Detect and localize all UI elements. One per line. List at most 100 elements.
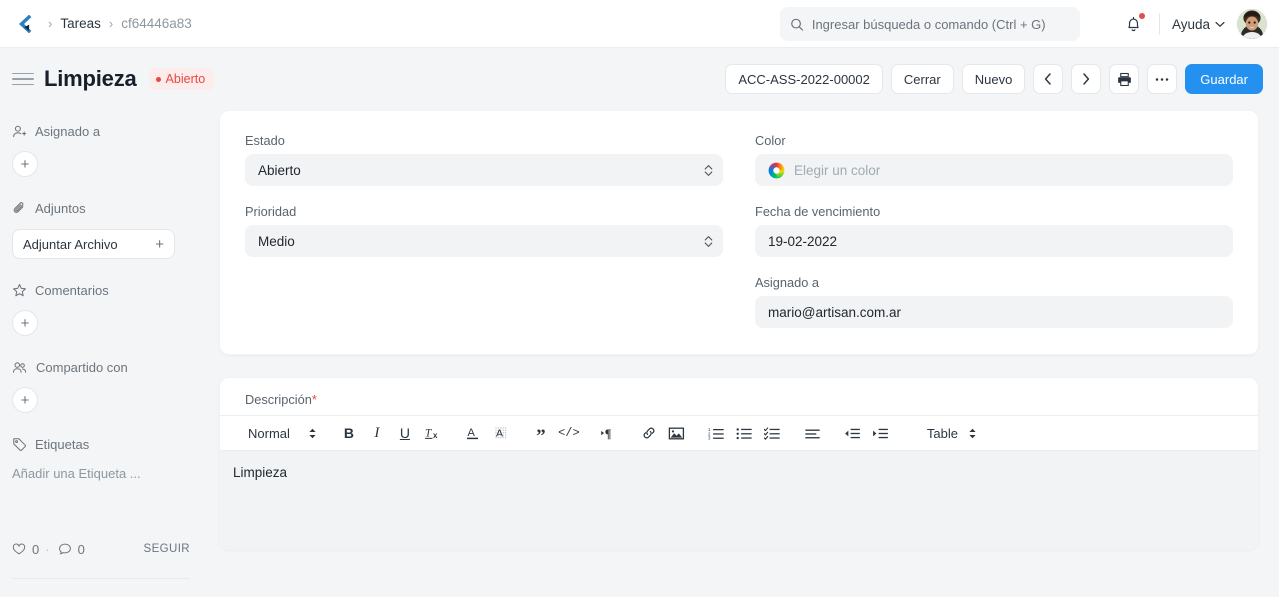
plus-icon: + <box>155 235 164 253</box>
estado-value: Abierto <box>258 162 301 178</box>
sidebar: Asignado a + Adjuntos Adjuntar Archivo + <box>0 110 206 597</box>
details-left-column: Estado Abierto Prioridad Medio <box>245 133 723 328</box>
sidebar-section-compartido-con: Compartido con + <box>12 354 190 413</box>
indent-icon[interactable] <box>867 420 895 446</box>
add-tag-input[interactable]: Añadir una Etiqueta ... <box>12 466 190 481</box>
sidebar-label-etiquetas: Etiquetas <box>35 436 90 452</box>
status-label: Abierto <box>165 72 206 86</box>
main-content: Estado Abierto Prioridad Medio Color Ele… <box>206 110 1279 597</box>
font-color-icon[interactable]: A <box>459 420 487 446</box>
description-editor[interactable]: Limpieza <box>220 451 1258 549</box>
heart-icon[interactable] <box>12 542 26 556</box>
text-direction-icon[interactable]: ¶ <box>595 420 623 446</box>
printer-icon <box>1117 72 1131 86</box>
ordered-list-icon[interactable]: 1 2 3 <box>703 420 731 446</box>
breadcrumb-separator-1: › <box>48 16 53 31</box>
more-options-button[interactable] <box>1147 64 1178 94</box>
page-header: Limpieza Abierto ACC-ASS-2022-00002 Cerr… <box>0 48 1279 110</box>
new-button[interactable]: Nuevo <box>961 64 1026 94</box>
text-style-select[interactable]: Normal <box>242 420 323 446</box>
page-title: Limpieza <box>44 66 137 91</box>
document-id-button[interactable]: ACC-ASS-2022-00002 <box>725 64 883 94</box>
status-badge[interactable]: Abierto <box>148 68 215 90</box>
avatar[interactable] <box>1237 9 1267 39</box>
due-date-value: 19-02-2022 <box>768 233 838 249</box>
close-button[interactable]: Cerrar <box>890 64 954 94</box>
chevron-left-icon <box>1045 73 1052 85</box>
previous-button[interactable] <box>1033 64 1064 94</box>
bullet-list-icon[interactable] <box>731 420 759 446</box>
global-search[interactable] <box>780 7 1080 41</box>
attach-file-label: Adjuntar Archivo <box>23 236 118 252</box>
sidebar-toggle-icon[interactable] <box>12 68 34 90</box>
attach-file-button[interactable]: Adjuntar Archivo + <box>12 229 175 259</box>
chevron-down-icon <box>1215 21 1225 27</box>
assignee-value: mario@artisan.com.ar <box>768 304 901 320</box>
outdent-icon[interactable] <box>839 420 867 446</box>
paperclip-icon <box>13 201 24 213</box>
save-button[interactable]: Guardar <box>1185 64 1263 94</box>
estado-select[interactable]: Abierto <box>245 154 723 186</box>
svg-text:¶: ¶ <box>605 427 612 441</box>
users-icon <box>12 361 27 373</box>
prioridad-select[interactable]: Medio <box>245 225 723 257</box>
follow-button[interactable]: SEGUIR <box>144 543 191 555</box>
link-icon[interactable] <box>635 420 663 446</box>
description-label-text: Descripción <box>245 392 312 407</box>
underline-icon[interactable]: U <box>391 420 419 446</box>
sidebar-section-etiquetas: Etiquetas Añadir una Etiqueta ... <box>12 431 190 482</box>
comment-icon[interactable] <box>58 542 72 556</box>
color-picker[interactable]: Elegir un color <box>755 154 1233 186</box>
align-icon[interactable] <box>799 420 827 446</box>
back-button[interactable] <box>10 9 40 39</box>
chevron-updown-icon <box>704 235 713 248</box>
sidebar-divider <box>12 578 190 579</box>
print-button[interactable] <box>1109 64 1140 94</box>
header-actions: ACC-ASS-2022-00002 Cerrar Nuevo Guardar <box>725 48 1263 110</box>
breadcrumb-item-id[interactable]: cf64446a83 <box>121 16 192 31</box>
comment-count: 0 <box>77 541 85 557</box>
star-icon <box>13 283 26 296</box>
add-share-button[interactable]: + <box>12 387 38 413</box>
field-color: Color Elegir un color <box>755 133 1233 186</box>
clear-format-icon[interactable]: T x <box>419 420 447 446</box>
image-icon[interactable] <box>663 420 691 446</box>
notifications-button[interactable] <box>1121 11 1147 37</box>
due-date-input[interactable]: 19-02-2022 <box>755 225 1233 257</box>
navbar-right: Ayuda <box>1121 0 1267 48</box>
field-estado: Estado Abierto <box>245 133 723 186</box>
next-button[interactable] <box>1071 64 1102 94</box>
add-comment-button[interactable]: + <box>12 310 38 336</box>
assignee-input[interactable]: mario@artisan.com.ar <box>755 296 1233 328</box>
label-estado: Estado <box>245 133 285 148</box>
label-asignado-a: Asignado a <box>755 275 820 290</box>
breadcrumb-separator-2: › <box>108 16 114 31</box>
color-wheel-icon <box>768 162 785 179</box>
navbar-divider <box>1158 13 1160 35</box>
chevron-updown-icon <box>704 164 713 177</box>
code-block-icon[interactable]: </> <box>555 420 583 446</box>
add-assignee-button[interactable]: + <box>12 151 38 177</box>
blockquote-icon[interactable]: ” <box>527 420 555 446</box>
field-prioridad: Prioridad Medio <box>245 204 723 257</box>
description-content[interactable]: Limpieza <box>220 465 1258 480</box>
details-right-column: Color Elegir un color Fecha de vencimien… <box>755 133 1233 328</box>
checklist-icon[interactable] <box>759 420 787 446</box>
bold-icon[interactable]: B <box>335 420 363 446</box>
status-dot <box>155 76 161 82</box>
sidebar-label-compartido-con: Compartido con <box>36 359 128 375</box>
svg-text:A: A <box>496 428 503 440</box>
like-count: 0 <box>32 541 40 557</box>
label-prioridad: Prioridad <box>245 204 297 219</box>
breadcrumb: › Tareas › cf64446a83 <box>0 9 192 39</box>
highlight-color-icon[interactable]: A <box>487 420 515 446</box>
sidebar-label-adjuntos: Adjuntos <box>35 200 86 216</box>
breadcrumb-item-tareas[interactable]: Tareas <box>60 16 101 31</box>
table-select[interactable]: Table <box>921 420 983 446</box>
search-input[interactable] <box>811 16 1070 32</box>
italic-icon[interactable]: I <box>363 420 391 446</box>
sidebar-footer: 0 · 0 SEGUIR <box>12 538 190 579</box>
search-icon <box>791 18 804 31</box>
help-menu[interactable]: Ayuda <box>1172 17 1225 32</box>
svg-text:3: 3 <box>708 435 711 440</box>
